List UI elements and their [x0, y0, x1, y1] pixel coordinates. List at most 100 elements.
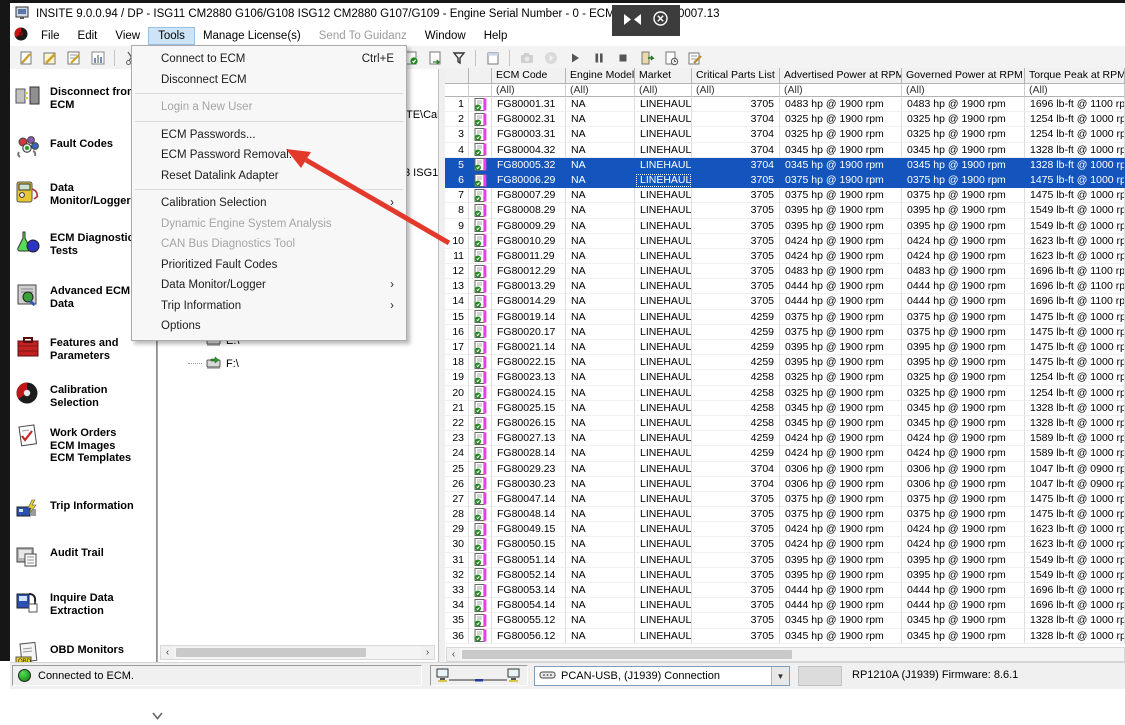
cell-ecm_code: FG80013.29: [492, 279, 566, 294]
table-row[interactable]: 4FG80004.32NALINEHAUL37040345 hp @ 1900 …: [445, 143, 1125, 158]
work-order-open-icon[interactable]: [39, 49, 60, 67]
graph-icon[interactable]: [87, 49, 108, 67]
table-row[interactable]: 16FG80020.17NALINEHAUL42590375 hp @ 1900…: [445, 325, 1125, 340]
menu-item-ecm-passwords[interactable]: ECM Passwords...: [132, 125, 406, 146]
table-row[interactable]: 15FG80019.14NALINEHAUL42590375 hp @ 1900…: [445, 310, 1125, 325]
report-icon[interactable]: [660, 49, 681, 67]
scroll-left-icon[interactable]: ‹: [447, 648, 460, 661]
filter-cell[interactable]: (All): [492, 84, 566, 97]
adapter-select-dropdown[interactable]: PCAN-USB, (J1939) Connection ▼: [534, 666, 790, 686]
connection-status-text: Connected to ECM.: [38, 670, 134, 682]
menu-window[interactable]: Window: [416, 28, 475, 44]
table-row[interactable]: 1FG80001.31NALINEHAUL37050483 hp @ 1900 …: [445, 97, 1125, 112]
table-row[interactable]: 24FG80028.14NALINEHAUL42590424 hp @ 1900…: [445, 446, 1125, 461]
calibration-file-icon: [469, 279, 492, 294]
play-icon[interactable]: [564, 49, 585, 67]
table-row[interactable]: 31FG80051.14NALINEHAUL37050395 hp @ 1900…: [445, 553, 1125, 568]
sidebar-item-calibration-selection[interactable]: CalibrationSelection: [14, 381, 154, 412]
menu-item-data-monitor-logger[interactable]: Data Monitor/Logger›: [132, 275, 406, 296]
table-row[interactable]: 19FG80023.13NALINEHAUL42580325 hp @ 1900…: [445, 370, 1125, 385]
clipboard-icon[interactable]: [482, 49, 503, 67]
table-row[interactable]: 22FG80026.15NALINEHAUL42580345 hp @ 1900…: [445, 416, 1125, 431]
close-icon[interactable]: [653, 11, 668, 31]
menu-item-options[interactable]: Options: [132, 316, 406, 337]
menu-help[interactable]: Help: [475, 28, 517, 44]
sidebar-item-audit-trail[interactable]: Audit Trail: [14, 544, 154, 575]
table-row[interactable]: 30FG80050.15NALINEHAUL37050424 hp @ 1900…: [445, 537, 1125, 552]
filter-cell[interactable]: (All): [1025, 84, 1125, 97]
table-row[interactable]: 7FG80007.29NALINEHAUL37050375 hp @ 1900 …: [445, 188, 1125, 203]
cell-market: LINEHAUL: [635, 264, 692, 279]
table-row[interactable]: 26FG80030.23NALINEHAUL37040306 hp @ 1900…: [445, 477, 1125, 492]
sidebar-item-work-orders-ecm-images-ecm-templates[interactable]: Work OrdersECM ImagesECM Templates: [14, 424, 154, 465]
table-row[interactable]: 14FG80014.29NALINEHAUL37050444 hp @ 1900…: [445, 294, 1125, 309]
table-row[interactable]: 9FG80009.29NALINEHAUL37050395 hp @ 1900 …: [445, 219, 1125, 234]
table-row[interactable]: 8FG80008.29NALINEHAUL37050395 hp @ 1900 …: [445, 203, 1125, 218]
scroll-right-icon[interactable]: ›: [421, 646, 434, 659]
menu-view[interactable]: View: [106, 28, 149, 44]
menu-item-prioritized-fault-codes[interactable]: Prioritized Fault Codes: [132, 255, 406, 276]
table-row[interactable]: 35FG80055.12NALINEHAUL37050345 hp @ 1900…: [445, 613, 1125, 628]
work-order-new-icon[interactable]: [15, 49, 36, 67]
collapse-icon[interactable]: [624, 12, 641, 30]
table-row[interactable]: 20FG80024.15NALINEHAUL42580325 hp @ 1900…: [445, 386, 1125, 401]
sidebar-item-trip-information[interactable]: Trip Information: [14, 497, 154, 528]
table-row[interactable]: 33FG80053.14NALINEHAUL37050444 hp @ 1900…: [445, 583, 1125, 598]
table-row[interactable]: 6FG80006.29NALINEHAUL37050375 hp @ 1900 …: [445, 173, 1125, 188]
sidebar-item-inquire-data-extraction[interactable]: Inquire DataExtraction: [14, 589, 154, 620]
table-row[interactable]: 17FG80021.14NALINEHAUL42590395 hp @ 1900…: [445, 340, 1125, 355]
table-row[interactable]: 29FG80049.15NALINEHAUL37050424 hp @ 1900…: [445, 522, 1125, 537]
table-row[interactable]: 11FG80011.29NALINEHAUL37050424 hp @ 1900…: [445, 249, 1125, 264]
notes-edit-icon[interactable]: [684, 49, 705, 67]
table-scroll-thumb[interactable]: [462, 650, 792, 659]
table-horizontal-scrollbar[interactable]: ‹: [446, 647, 1125, 662]
filter-cell[interactable]: (All): [902, 84, 1025, 97]
table-row[interactable]: 21FG80025.15NALINEHAUL42580345 hp @ 1900…: [445, 401, 1125, 416]
table-row[interactable]: 32FG80052.14NALINEHAUL37050395 hp @ 1900…: [445, 568, 1125, 583]
menu-item-trip-information[interactable]: Trip Information›: [132, 296, 406, 317]
menu-edit[interactable]: Edit: [69, 28, 107, 44]
table-row[interactable]: 13FG80013.29NALINEHAUL37050444 hp @ 1900…: [445, 279, 1125, 294]
tree-horizontal-scrollbar[interactable]: ‹ ›: [160, 645, 435, 660]
table-row[interactable]: 25FG80029.23NALINEHAUL37040306 hp @ 1900…: [445, 462, 1125, 477]
table-row[interactable]: 36FG80056.12NALINEHAUL37050345 hp @ 1900…: [445, 629, 1125, 644]
menu-item-calibration-selection[interactable]: Calibration Selection›: [132, 193, 406, 214]
table-row[interactable]: 28FG80048.14NALINEHAUL37050375 hp @ 1900…: [445, 507, 1125, 522]
table-row[interactable]: 23FG80027.13NALINEHAUL42590424 hp @ 1900…: [445, 431, 1125, 446]
tree-scroll-thumb[interactable]: [176, 648, 366, 657]
filter-icon[interactable]: [448, 49, 469, 67]
menu-send-to-guidanz[interactable]: Send To Guidanz: [310, 28, 416, 44]
table-row[interactable]: 27FG80047.14NALINEHAUL37050375 hp @ 1900…: [445, 492, 1125, 507]
menu-tools[interactable]: Tools: [149, 28, 194, 44]
table-row[interactable]: 5FG80005.32NALINEHAUL37040345 hp @ 1900 …: [445, 158, 1125, 173]
work-order-notes-icon[interactable]: [63, 49, 84, 67]
filter-cell[interactable]: (All): [780, 84, 902, 97]
table-row[interactable]: 12FG80012.29NALINEHAUL37050483 hp @ 1900…: [445, 264, 1125, 279]
exit-connect-icon[interactable]: [636, 49, 657, 67]
calibration-file-icon: [469, 416, 492, 431]
table-row[interactable]: 2FG80002.31NALINEHAUL37040325 hp @ 1900 …: [445, 112, 1125, 127]
doc-export-icon[interactable]: [424, 49, 445, 67]
menu-file[interactable]: File: [32, 28, 69, 44]
stop-icon[interactable]: [612, 49, 633, 67]
table-row[interactable]: 3FG80003.31NALINEHAUL37040325 hp @ 1900 …: [445, 127, 1125, 142]
camera-icon: [516, 49, 537, 67]
calibration-file-icon: [469, 568, 492, 583]
scroll-left-icon[interactable]: ‹: [161, 646, 174, 659]
table-row[interactable]: 10FG80010.29NALINEHAUL37050424 hp @ 1900…: [445, 234, 1125, 249]
table-row[interactable]: 18FG80022.15NALINEHAUL42590395 hp @ 1900…: [445, 355, 1125, 370]
filter-cell[interactable]: (All): [692, 84, 780, 97]
pause-icon[interactable]: [588, 49, 609, 67]
menu-item-connect-to-ecm[interactable]: Connect to ECMCtrl+E: [132, 49, 406, 70]
sidebar-item-label: Inquire DataExtraction: [50, 589, 114, 617]
tree-drive-f[interactable]: F:\: [188, 356, 239, 372]
dropdown-arrow-icon[interactable]: ▼: [771, 667, 789, 685]
filter-cell[interactable]: (All): [566, 84, 635, 97]
filter-cell[interactable]: (All): [635, 84, 692, 97]
menu-item-disconnect-ecm[interactable]: Disconnect ECM: [132, 70, 406, 91]
datalink-computers-icon: [435, 668, 523, 684]
menu-item-ecm-password-removal[interactable]: ECM Password Removal...: [132, 145, 406, 166]
menu-manage-license-s-[interactable]: Manage License(s): [194, 28, 310, 44]
table-row[interactable]: 34FG80054.14NALINEHAUL37050444 hp @ 1900…: [445, 598, 1125, 613]
menu-item-reset-datalink-adapter[interactable]: Reset Datalink Adapter: [132, 166, 406, 187]
